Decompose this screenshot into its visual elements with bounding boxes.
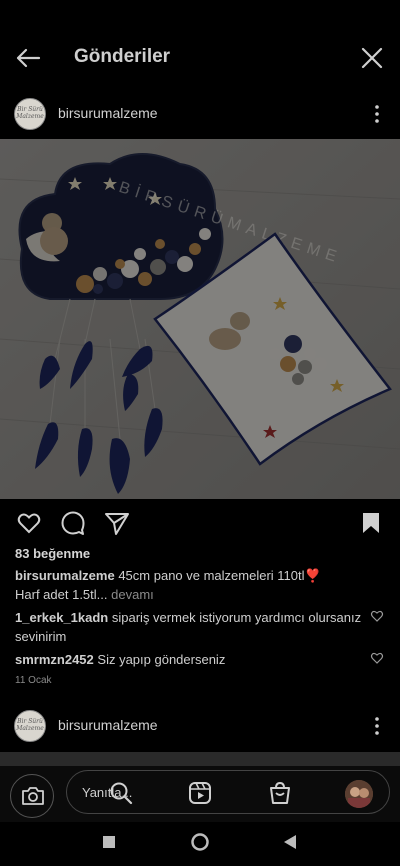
more-options-icon[interactable]	[372, 104, 382, 124]
home-icon[interactable]	[190, 832, 210, 852]
post-date: 11 Ocak	[15, 675, 52, 686]
close-icon[interactable]	[358, 44, 386, 72]
caption-line-2: Harf adet 1.5tl...	[15, 587, 108, 602]
likes-count[interactable]: 83 beğenme	[15, 546, 90, 561]
comment-username[interactable]: smrmzn2452	[15, 652, 94, 667]
photo-illustration: BİRSÜRÜMALZEME	[0, 139, 400, 499]
back-nav-icon[interactable]	[284, 835, 296, 849]
caption-username[interactable]: birsurumalzeme	[15, 568, 115, 583]
caption-text: 45cm pano ve malzemeleri 110tl❣️	[118, 568, 321, 583]
system-nav-bar	[0, 822, 400, 866]
action-bar	[0, 506, 400, 540]
profile-photo	[345, 780, 373, 808]
next-post-photo-edge	[0, 752, 400, 766]
caption-more-link[interactable]: devamı	[111, 587, 154, 602]
heart-icon[interactable]	[16, 510, 42, 536]
avatar-logo-text: Bir Sürü Malzeme	[16, 106, 44, 120]
comment-text: Siz yapıp gönderseniz	[97, 652, 226, 667]
post-username[interactable]: birsurumalzeme	[58, 105, 158, 121]
recent-apps-icon[interactable]	[103, 836, 115, 848]
post-username[interactable]: birsurumalzeme	[58, 717, 158, 733]
shop-icon[interactable]	[267, 780, 293, 806]
avatar[interactable]: Bir Sürü Malzeme	[14, 710, 46, 742]
top-bar: Gönderiler	[0, 0, 400, 90]
comment-icon[interactable]	[60, 510, 86, 536]
share-icon[interactable]	[104, 510, 130, 536]
profile-avatar[interactable]	[345, 780, 373, 808]
comment-item: 1_erkek_1kadn sipariş vermek istiyorum y…	[15, 608, 365, 646]
page-title: Gönderiler	[74, 46, 171, 67]
post-caption: birsurumalzeme 45cm pano ve malzemeleri …	[15, 566, 375, 604]
camera-button[interactable]	[10, 774, 54, 818]
back-arrow-icon[interactable]	[14, 44, 42, 72]
comment-like-icon[interactable]	[370, 651, 384, 665]
avatar[interactable]: Bir Sürü Malzeme	[14, 98, 46, 130]
more-options-icon[interactable]	[372, 716, 382, 736]
comment-username[interactable]: 1_erkek_1kadn	[15, 610, 108, 625]
bottom-nav: Yanıtla...	[0, 766, 400, 822]
post-header: Bir Sürü Malzeme birsurumalzeme	[0, 90, 400, 138]
comment-like-icon[interactable]	[370, 609, 384, 623]
camera-icon	[22, 787, 44, 805]
avatar-logo-text: Bir Sürü Malzeme	[16, 718, 44, 732]
search-icon[interactable]	[108, 780, 134, 806]
post-photo[interactable]: BİRSÜRÜMALZEME	[0, 139, 400, 499]
next-post-header: Bir Sürü Malzeme birsurumalzeme	[0, 702, 400, 750]
reels-icon[interactable]	[187, 780, 213, 806]
comment-item: smrmzn2452 Siz yapıp gönderseniz	[15, 650, 365, 669]
bookmark-icon[interactable]	[358, 510, 384, 536]
